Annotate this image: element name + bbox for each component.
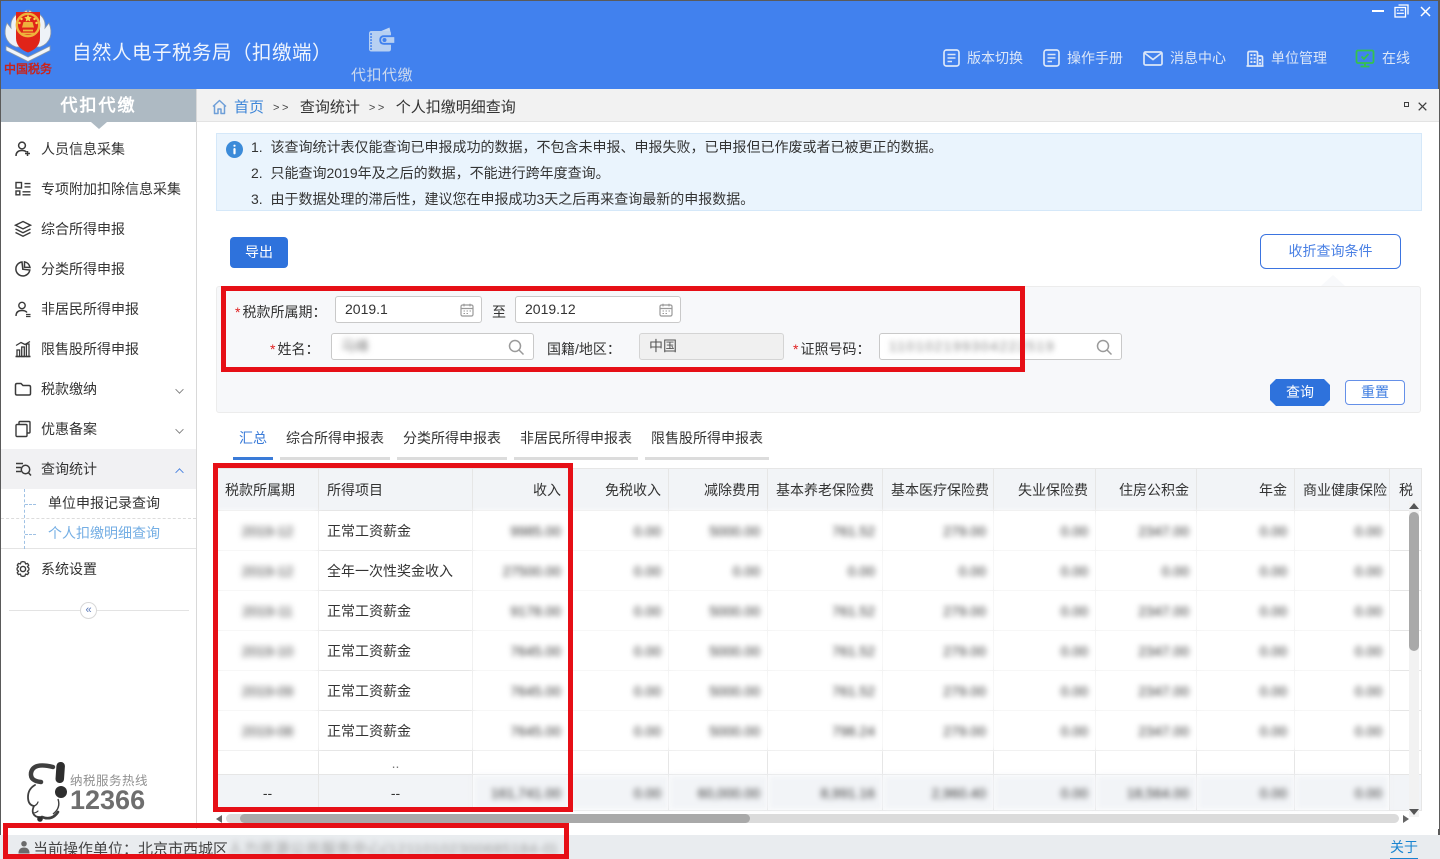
svg-text:中国税务: 中国税务 xyxy=(4,61,53,76)
